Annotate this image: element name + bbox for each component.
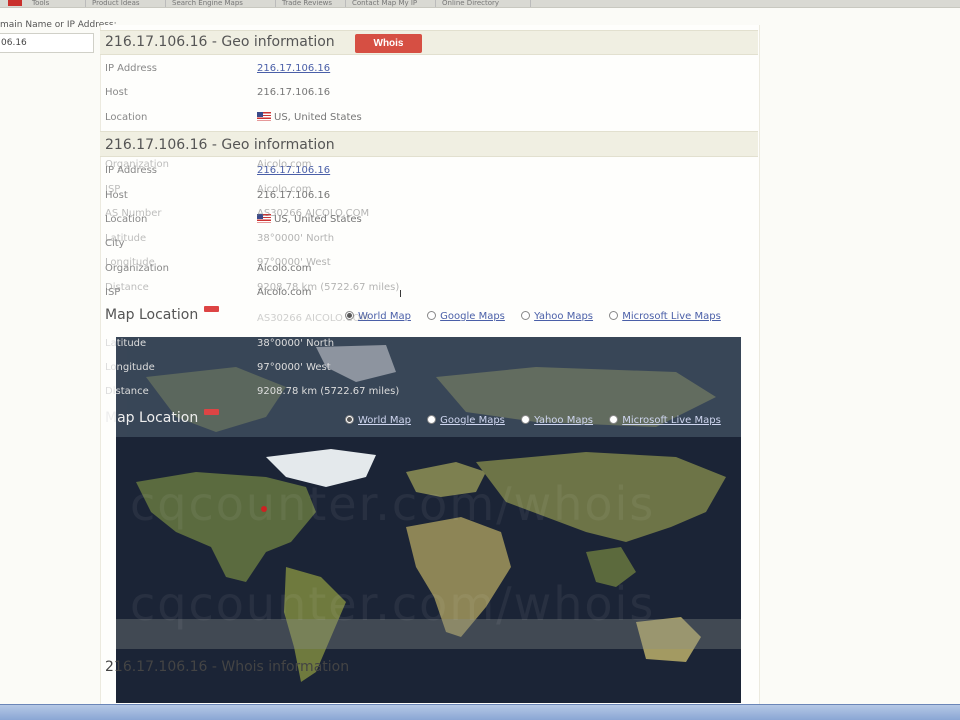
yahoo-maps-radio[interactable] [521,311,531,320]
geo-info-title-duplicate: 216.17.106.16 - Geo information [105,137,335,153]
google-maps-link[interactable]: Google Maps [440,415,505,426]
geo-info-header: 216.17.106.16 - Geo information [100,30,758,55]
map-watermark: cqcounter.com/whois [130,577,656,631]
taskbar [0,704,960,720]
location-label: Location [105,112,148,123]
whois-info-title: 216.17.106.16 - Whois information [105,659,350,675]
browser-tab[interactable]: Tools [26,0,86,7]
flag-marker-icon [204,306,219,312]
host-value: 216.17.106.16 [257,87,331,98]
latitude-value-ghost: 38°0000' North [257,233,335,244]
geo-info-header-duplicate: 216.17.106.16 - Geo information [100,131,758,157]
location-value: US, United States [257,112,362,123]
browser-tab[interactable]: Contact Map My IP [346,0,436,7]
map-location-title-ghost: Map Location [105,307,199,323]
live-maps-radio[interactable] [609,311,619,320]
as-number-value-ghost: AS30266 AICOLO.COM [257,208,370,219]
world-map[interactable]: cqcounter.com/whois cqcounter.com/whois [116,337,741,703]
active-tab-marker [8,0,22,6]
ip-address-link[interactable]: 216.17.106.16 [257,63,330,74]
isp-value-ghost: Aicolo.com [257,184,312,195]
latitude-value: 38°0000' North [257,338,335,349]
map-location-title: Map Location [105,410,199,426]
google-maps-radio[interactable] [427,415,437,424]
live-maps-radio[interactable] [609,415,619,424]
live-maps-link[interactable]: Microsoft Live Maps [622,311,721,322]
longitude-value-ghost: 97°0000' West [257,257,331,268]
longitude-label: Longitude [105,362,155,373]
browser-tab[interactable]: Product Ideas [86,0,166,7]
distance-label: Distance [105,386,149,397]
whois-button[interactable]: Whois [355,34,422,53]
live-maps-link[interactable]: Microsoft Live Maps [622,415,721,426]
google-maps-radio[interactable] [427,311,437,320]
browser-tab[interactable]: Search Engine Maps [166,0,276,7]
us-flag-icon [257,112,271,121]
flag-marker-icon [204,409,219,415]
yahoo-maps-link[interactable]: Yahoo Maps [534,415,593,426]
isp-label-ghost: ISP [105,184,121,195]
browser-tab[interactable]: Online Directory [436,0,531,7]
yahoo-maps-link[interactable]: Yahoo Maps [534,311,593,322]
mouse-cursor-icon: I [399,289,402,300]
distance-value-ghost: 9208.78 km (5722.67 miles) [257,282,400,293]
yahoo-maps-radio[interactable] [521,415,531,424]
map-watermark: cqcounter.com/whois [130,477,656,531]
google-maps-link[interactable]: Google Maps [440,311,505,322]
browser-tab[interactable]: Trade Reviews [276,0,346,7]
map-options-ghost: World Map Google Maps Yahoo Maps Microso… [345,311,734,322]
ip-address-label: IP Address [105,63,157,74]
host-label: Host [105,87,128,98]
ip-search-input[interactable] [0,33,94,53]
as-number-label-ghost: AS Number [105,208,162,219]
longitude-label-ghost: Longitude [105,257,155,268]
latitude-label-ghost: Latitude [105,233,147,244]
world-map-radio[interactable] [345,415,354,424]
organization-label-ghost: Organization [105,159,169,170]
distance-value: 9208.78 km (5722.67 miles) [257,386,400,397]
organization-value-ghost: Aicolo.com [257,159,312,170]
longitude-value: 97°0000' West [257,362,331,373]
browser-tab-strip: Tools Product Ideas Search Engine Maps T… [0,0,960,8]
map-options: World Map Google Maps Yahoo Maps Microso… [345,415,734,426]
geo-info-title: 216.17.106.16 - Geo information [105,34,335,50]
latitude-label: Latitude [105,338,147,349]
location-text: US, United States [274,112,362,123]
distance-label-ghost: Distance [105,282,149,293]
world-map-link[interactable]: World Map [358,415,411,426]
as-number-value: AS30266 AICOLO.COM [257,313,370,324]
